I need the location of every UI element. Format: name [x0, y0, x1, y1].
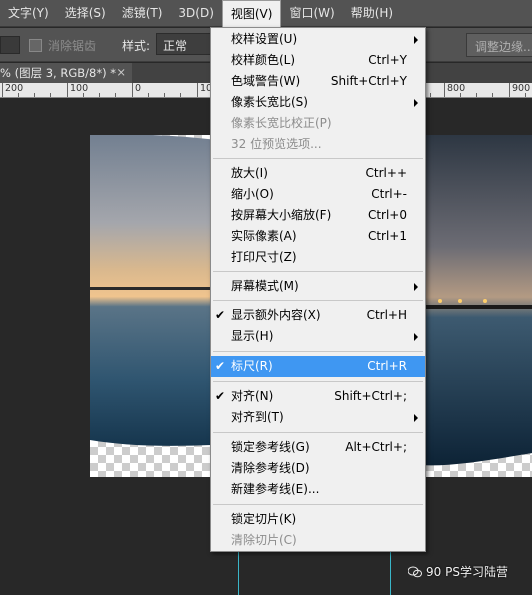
- watermark: 90 PS学习陆营: [408, 563, 508, 580]
- menu-filter[interactable]: 滤镜(T): [114, 0, 171, 27]
- menu-separator: [213, 158, 423, 159]
- menu-help[interactable]: 帮助(H): [343, 0, 401, 27]
- menu-bar: 文字(Y) 选择(S) 滤镜(T) 3D(D) 视图(V) 窗口(W) 帮助(H…: [0, 0, 532, 27]
- menu-item-lock-guides[interactable]: 锁定参考线(G) Alt+Ctrl+;: [211, 437, 425, 458]
- submenu-arrow-icon: [414, 36, 418, 44]
- tool-preset-swatch[interactable]: [0, 36, 20, 54]
- ruler-tick: [197, 83, 198, 97]
- ruler-label: 800: [447, 83, 466, 94]
- menu-item-zoom-in[interactable]: 放大(I) Ctrl++: [211, 163, 425, 184]
- menu-item-print-size[interactable]: 打印尺寸(Z): [211, 247, 425, 268]
- submenu-arrow-icon: [414, 414, 418, 422]
- ruler-label: 200: [5, 83, 24, 94]
- menu-separator: [213, 381, 423, 382]
- menu-view[interactable]: 视图(V): [221, 0, 282, 27]
- menu-separator: [213, 432, 423, 433]
- menu-item-32bit-preview-options: 32 位预览选项...: [231, 137, 322, 151]
- ruler-label: 900: [512, 83, 531, 94]
- menu-item-clear-slices: 清除切片(C): [231, 533, 297, 547]
- submenu-arrow-icon: [414, 99, 418, 107]
- style-label: 样式:: [122, 39, 151, 53]
- menu-item-pixel-aspect-correction: 像素长宽比校正(P): [231, 116, 332, 130]
- document-tab-title: % (图层 3, RGB/8*) *: [0, 66, 116, 80]
- menu-window[interactable]: 窗口(W): [281, 0, 342, 27]
- menu-item-snap[interactable]: ✔ 对齐(N) Shift+Ctrl+;: [211, 386, 425, 407]
- menu-item-clear-guides[interactable]: 清除参考线(D): [211, 458, 425, 479]
- menu-item-extras[interactable]: ✔ 显示额外内容(X) Ctrl+H: [211, 305, 425, 326]
- menu-item-lock-slices[interactable]: 锁定切片(K): [211, 509, 425, 530]
- menu-item-gamut-warning[interactable]: 色域警告(W) Shift+Ctrl+Y: [211, 71, 425, 92]
- checkmark-icon: ✔: [215, 308, 226, 322]
- menu-text[interactable]: 文字(Y): [0, 0, 57, 27]
- menu-item-fit-on-screen[interactable]: 按屏幕大小缩放(F) Ctrl+0: [211, 205, 425, 226]
- menu-separator: [213, 271, 423, 272]
- menu-separator: [213, 504, 423, 505]
- menu-item-snap-to[interactable]: 对齐到(T): [211, 407, 425, 428]
- antialias-checkbox[interactable]: [29, 39, 42, 52]
- menu-item-screen-mode[interactable]: 屏幕模式(M): [211, 276, 425, 297]
- watermark-text: 90 PS学习陆营: [426, 565, 508, 579]
- menu-separator: [213, 351, 423, 352]
- menu-item-show[interactable]: 显示(H): [211, 326, 425, 347]
- menu-item-actual-pixels[interactable]: 实际像素(A) Ctrl+1: [211, 226, 425, 247]
- document-tab[interactable]: % (图层 3, RGB/8*) * ×: [0, 63, 132, 83]
- submenu-arrow-icon: [414, 333, 418, 341]
- menu-item-new-guide[interactable]: 新建参考线(E)...: [211, 479, 425, 500]
- view-dropdown-menu: 校样设置(U) 校样颜色(L) Ctrl+Y 色域警告(W) Shift+Ctrl+…: [210, 27, 426, 552]
- checkmark-icon: ✔: [215, 389, 226, 403]
- style-select[interactable]: 正常: [156, 33, 212, 55]
- submenu-arrow-icon: [414, 283, 418, 291]
- ruler-tick: [509, 83, 510, 97]
- wechat-icon: [408, 566, 422, 578]
- ruler-tick: [67, 83, 68, 97]
- menu-item-proof-setup[interactable]: 校样设置(U): [211, 29, 425, 50]
- menu-item-rulers[interactable]: ✔ 标尺(R) Ctrl+R: [211, 356, 425, 377]
- menu-3d[interactable]: 3D(D): [170, 0, 221, 27]
- checkmark-icon: ✔: [215, 359, 226, 373]
- ruler-label: 0: [135, 83, 142, 94]
- refine-edge-button[interactable]: 调整边缘...: [466, 33, 532, 57]
- ruler-tick: [132, 83, 133, 97]
- ruler-tick: [444, 83, 445, 97]
- close-icon[interactable]: ×: [116, 65, 126, 79]
- menu-separator: [213, 300, 423, 301]
- menu-select[interactable]: 选择(S): [57, 0, 114, 27]
- menu-item-zoom-out[interactable]: 缩小(O) Ctrl+-: [211, 184, 425, 205]
- ruler-label: 100: [70, 83, 89, 94]
- antialias-label: 消除锯齿: [48, 39, 97, 53]
- menu-item-proof-colors[interactable]: 校样颜色(L) Ctrl+Y: [211, 50, 425, 71]
- menu-item-pixel-aspect-ratio[interactable]: 像素长宽比(S): [211, 92, 425, 113]
- ruler-tick: [2, 83, 3, 97]
